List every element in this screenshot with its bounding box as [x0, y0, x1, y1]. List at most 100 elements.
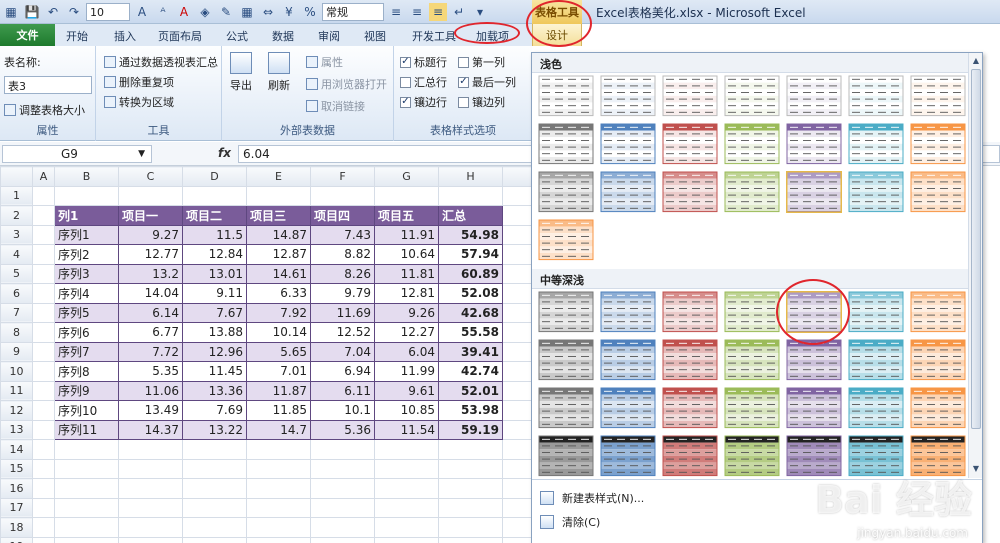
table-data-cell[interactable]: 6.33 — [246, 283, 311, 304]
table-style-swatch[interactable] — [910, 123, 966, 165]
row-header[interactable]: 9 — [0, 341, 33, 362]
table-data-cell[interactable]: 8.82 — [310, 244, 375, 265]
row-label-cell[interactable]: 序列4 — [54, 283, 119, 304]
cell[interactable] — [32, 263, 55, 284]
cell[interactable] — [182, 497, 247, 518]
merge-icon[interactable]: ⇔ — [259, 3, 277, 21]
table-data-cell[interactable]: 11.06 — [118, 380, 183, 401]
cell[interactable] — [32, 458, 55, 479]
table-style-swatch[interactable] — [538, 339, 594, 381]
table-style-swatch[interactable] — [538, 435, 594, 477]
row-label-cell[interactable]: 序列1 — [54, 224, 119, 245]
total-cell[interactable]: 52.08 — [438, 283, 503, 304]
total-cell[interactable]: 60.89 — [438, 263, 503, 284]
table-style-swatch[interactable] — [724, 339, 780, 381]
fill-color-icon[interactable]: ◈ — [196, 3, 214, 21]
cell[interactable] — [118, 439, 183, 460]
table-style-swatch[interactable] — [600, 75, 656, 117]
total-cell[interactable]: 42.74 — [438, 361, 503, 382]
first-column-checkbox[interactable]: 第一列 — [458, 54, 505, 70]
total-cell[interactable]: 39.41 — [438, 341, 503, 362]
table-style-swatch[interactable] — [848, 387, 904, 429]
row-header[interactable]: 1 — [0, 185, 33, 206]
row-header[interactable]: 8 — [0, 322, 33, 343]
align-center-icon[interactable]: ≡ — [408, 3, 426, 21]
table-style-swatch[interactable] — [910, 339, 966, 381]
cell[interactable] — [310, 497, 375, 518]
row-header[interactable]: 7 — [0, 302, 33, 323]
row-header[interactable]: 5 — [0, 263, 33, 284]
tab-home[interactable]: 开始 — [66, 26, 88, 46]
cell[interactable] — [32, 536, 55, 543]
table-data-cell[interactable]: 11.87 — [246, 380, 311, 401]
table-header-cell[interactable]: 列1 — [54, 205, 119, 226]
row-label-cell[interactable]: 序列5 — [54, 302, 119, 323]
total-cell[interactable]: 55.58 — [438, 322, 503, 343]
table-style-swatch[interactable] — [600, 339, 656, 381]
tab-page-layout[interactable]: 页面布局 — [158, 26, 202, 46]
table-style-swatch[interactable] — [662, 75, 718, 117]
row-label-cell[interactable]: 序列8 — [54, 361, 119, 382]
cell[interactable] — [246, 458, 311, 479]
cell[interactable] — [32, 205, 55, 226]
col-header[interactable]: A — [32, 166, 55, 187]
cell[interactable] — [310, 478, 375, 499]
table-style-swatch[interactable] — [600, 291, 656, 333]
clear-style-item[interactable]: 清除(C) — [540, 514, 600, 530]
tab-insert[interactable]: 插入 — [114, 26, 136, 46]
cell[interactable] — [310, 536, 375, 543]
table-header-cell[interactable]: 项目五 — [374, 205, 439, 226]
row-label-cell[interactable]: 序列10 — [54, 400, 119, 421]
table-style-swatch[interactable] — [910, 75, 966, 117]
row-header[interactable]: 18 — [0, 517, 33, 538]
cell[interactable] — [246, 185, 311, 206]
col-header[interactable]: F — [310, 166, 375, 187]
cell[interactable] — [54, 517, 119, 538]
table-data-cell[interactable]: 11.54 — [374, 419, 439, 440]
table-data-cell[interactable]: 5.36 — [310, 419, 375, 440]
cell-grid[interactable]: A B C D E F G H 1 2 列1 项目一 项目二 项目三 项目四 项目五 汇总 3 序列… — [0, 166, 543, 543]
table-style-swatch[interactable] — [538, 291, 594, 333]
table-data-cell[interactable]: 9.11 — [182, 283, 247, 304]
cell[interactable] — [246, 478, 311, 499]
percent-icon[interactable]: % — [301, 3, 319, 21]
table-style-swatch[interactable] — [786, 387, 842, 429]
row-header[interactable]: 10 — [0, 361, 33, 382]
cell[interactable] — [182, 185, 247, 206]
table-style-swatch[interactable] — [786, 339, 842, 381]
cell[interactable] — [310, 439, 375, 460]
col-header[interactable]: H — [438, 166, 503, 187]
table-data-cell[interactable]: 10.85 — [374, 400, 439, 421]
cell[interactable] — [246, 497, 311, 518]
gallery-scrollbar[interactable]: ▲ ▼ — [968, 53, 982, 478]
table-data-cell[interactable]: 7.01 — [246, 361, 311, 382]
table-header-cell[interactable]: 汇总 — [438, 205, 503, 226]
table-style-swatch[interactable] — [600, 123, 656, 165]
table-style-swatch[interactable] — [662, 171, 718, 213]
tab-file[interactable]: 文件 — [0, 24, 55, 46]
col-header[interactable]: G — [374, 166, 439, 187]
export-button[interactable]: 导出 — [230, 52, 252, 93]
table-data-cell[interactable]: 10.14 — [246, 322, 311, 343]
row-header[interactable]: 11 — [0, 380, 33, 401]
row-header[interactable]: 3 — [0, 224, 33, 245]
qat-more-icon[interactable]: ▾ — [471, 3, 489, 21]
cell[interactable] — [438, 185, 503, 206]
table-style-swatch[interactable] — [662, 387, 718, 429]
table-data-cell[interactable]: 11.91 — [374, 224, 439, 245]
cell[interactable] — [438, 478, 503, 499]
table-style-swatch[interactable] — [848, 75, 904, 117]
col-header[interactable]: D — [182, 166, 247, 187]
table-data-cell[interactable]: 12.84 — [182, 244, 247, 265]
cell[interactable] — [310, 517, 375, 538]
row-header[interactable]: 6 — [0, 283, 33, 304]
table-style-swatch[interactable] — [910, 291, 966, 333]
table-style-swatch[interactable] — [724, 291, 780, 333]
save-icon[interactable]: 💾 — [23, 3, 41, 21]
table-data-cell[interactable]: 5.35 — [118, 361, 183, 382]
cell[interactable] — [374, 497, 439, 518]
table-data-cell[interactable]: 9.79 — [310, 283, 375, 304]
table-style-swatch[interactable] — [538, 171, 594, 213]
table-data-cell[interactable]: 13.36 — [182, 380, 247, 401]
borders-icon[interactable]: ▦ — [238, 3, 256, 21]
